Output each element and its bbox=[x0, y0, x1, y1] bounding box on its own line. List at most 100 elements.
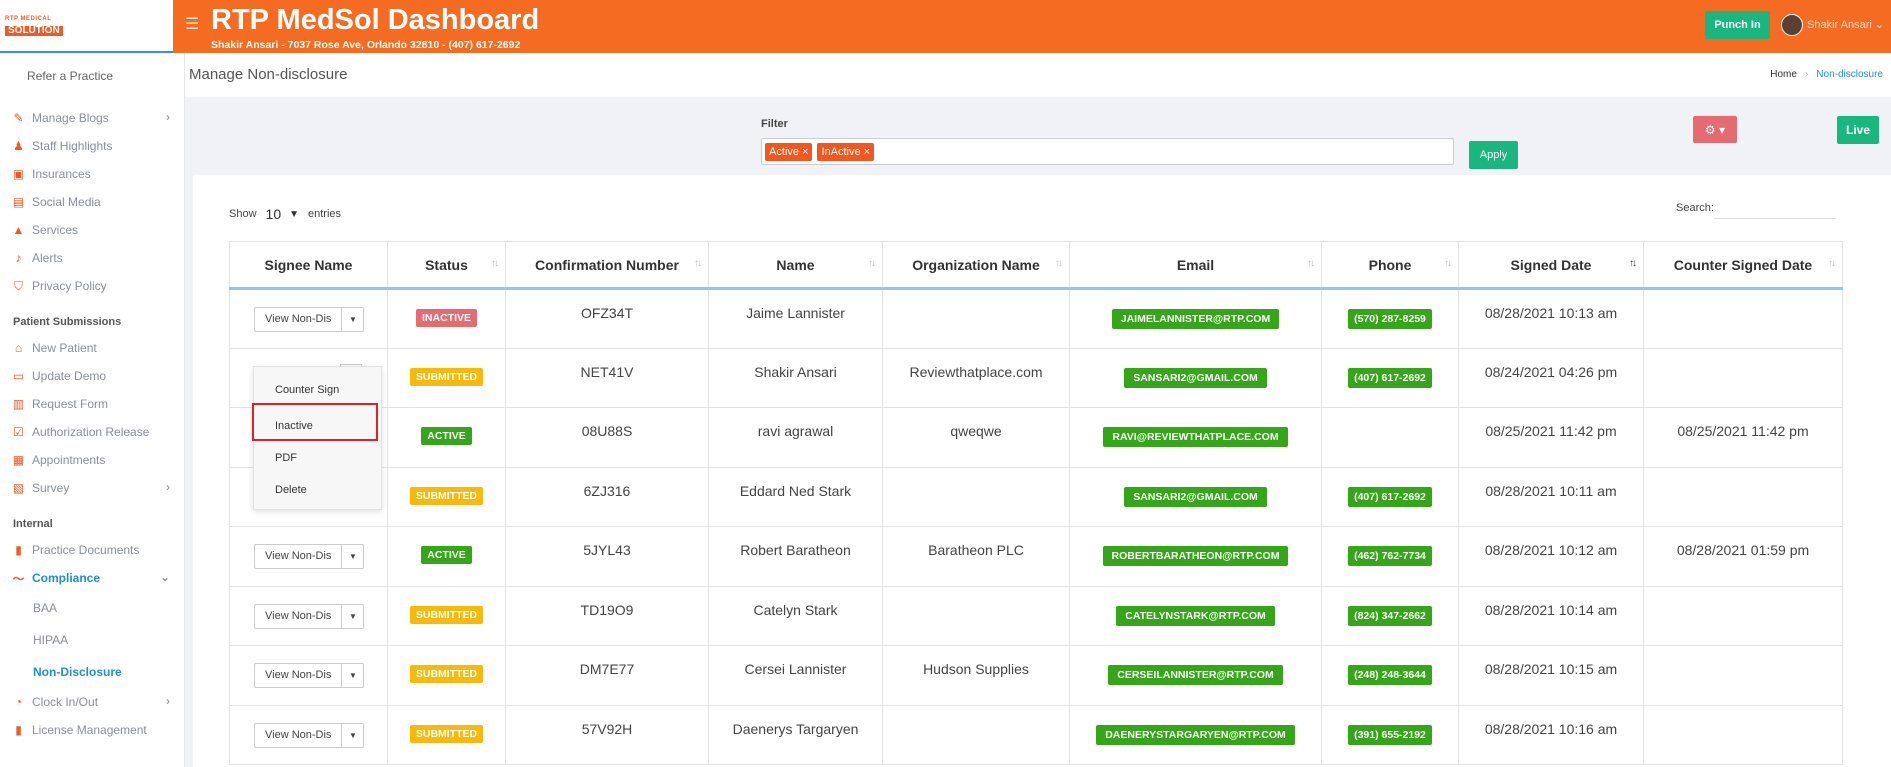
phone-badge[interactable]: (824) 347-2662 bbox=[1348, 605, 1432, 626]
sidebar-item-staff-highlights[interactable]: ♟ Staff Highlights bbox=[0, 132, 184, 160]
filter-chip-inactive[interactable]: InActive × bbox=[817, 143, 875, 161]
column-header[interactable]: Organization Name ↑↓ bbox=[882, 241, 1070, 290]
sidebar-item-services[interactable]: ▲ Services bbox=[0, 216, 184, 244]
sidebar-item-privacy-policy[interactable]: ⛉ Privacy Policy bbox=[0, 272, 184, 300]
sidebar-item-insurances[interactable]: ▣ Insurances bbox=[0, 160, 184, 188]
view-nda-button[interactable]: View Non-Dis bbox=[254, 544, 343, 569]
sidebar-item-license-management[interactable]: ▮ License Management bbox=[0, 716, 184, 744]
phone-badge[interactable]: (462) 762-7734 bbox=[1348, 546, 1432, 566]
status-badge: SUBMITTED bbox=[409, 486, 484, 505]
caret-down-icon[interactable]: ▼ bbox=[342, 663, 365, 688]
sidebar-item-label: Update Demo bbox=[32, 369, 107, 383]
menu-item-counter-sign[interactable]: Counter Sign bbox=[254, 367, 381, 404]
sidebar-subitem-hipaa[interactable]: HIPAA bbox=[0, 624, 184, 656]
sidebar-item-label: Staff Highlights bbox=[32, 139, 113, 153]
menu-item-delete[interactable]: Delete bbox=[254, 468, 381, 500]
column-header-label: Status bbox=[425, 256, 468, 273]
column-header[interactable]: Phone ↑↓ bbox=[1321, 241, 1459, 290]
filter-multiselect[interactable]: Active × InActive × bbox=[761, 138, 1454, 165]
table-row: SUBMITTED 6ZJ316 Eddard Ned Stark SANSARI2@… bbox=[229, 466, 1843, 527]
column-header[interactable]: Confirmation Number ↑↓ bbox=[505, 241, 709, 290]
entries-value: 10 bbox=[265, 206, 282, 222]
view-nda-button[interactable]: View Non-Dis bbox=[254, 722, 343, 748]
filter-chip-active[interactable]: Active × bbox=[765, 143, 813, 161]
sidebar-item-label: Alerts bbox=[32, 251, 63, 265]
sidebar-item-appointments[interactable]: ▦ Appointments bbox=[0, 446, 184, 474]
sidebar-item-new-patient[interactable]: ⌂ New Patient bbox=[0, 334, 184, 362]
sidebar-item-request-form[interactable]: ▥ Request Form bbox=[0, 390, 184, 418]
sidebar-item-alerts[interactable]: ♪ Alerts bbox=[0, 244, 184, 272]
view-nda-split-button: View Non-Dis ▼ bbox=[254, 722, 365, 748]
column-header[interactable]: Email ↑↓ bbox=[1069, 241, 1322, 290]
phone-badge[interactable]: (407) 617-2692 bbox=[1348, 486, 1432, 507]
sidebar-item-compliance[interactable]: 〜 Compliance ⌄ bbox=[0, 564, 184, 592]
email-badge[interactable]: SANSARI2@GMAIL.COM bbox=[1124, 486, 1267, 507]
highlight-box bbox=[252, 403, 378, 441]
sidebar-item-survey[interactable]: ▧ Survey › bbox=[0, 474, 184, 502]
email-badge[interactable]: CERSEILANNISTER@RTP.COM bbox=[1108, 665, 1283, 685]
email-badge[interactable]: SANSARI2@GMAIL.COM bbox=[1124, 367, 1267, 388]
phone-badge[interactable]: (391) 655-2192 bbox=[1348, 724, 1432, 745]
caret-down-icon[interactable]: ▼ bbox=[342, 722, 365, 748]
user-menu[interactable]: Shakir Ansari ⌄ bbox=[1807, 18, 1884, 31]
phone-badge[interactable]: (248) 248-3644 bbox=[1348, 665, 1432, 685]
column-header[interactable]: Signee Name bbox=[229, 241, 388, 290]
sidebar-item-clock-in-out[interactable]: ◔ Clock In/Out › bbox=[0, 688, 184, 716]
sidebar-item-authorization-release[interactable]: ☑ Authorization Release bbox=[0, 418, 184, 446]
email-cell: SANSARI2@GMAIL.COM bbox=[1069, 466, 1322, 527]
phone-badge[interactable]: (407) 617-2692 bbox=[1348, 367, 1432, 388]
column-header-label: Signed Date bbox=[1510, 256, 1592, 273]
caret-down-icon[interactable]: ▼ bbox=[342, 544, 365, 569]
status-cell: SUBMITTED bbox=[387, 347, 506, 408]
email-badge[interactable]: DAENERYSTARGARYEN@RTP.COM bbox=[1096, 724, 1295, 745]
logo-area: RTP MEDICAL SOLUTION bbox=[0, 0, 184, 53]
signed-date: 08/28/2021 10:15 am bbox=[1458, 645, 1644, 706]
view-nda-split-button: View Non-Dis ▼ bbox=[254, 603, 365, 629]
column-header[interactable]: Status ↑↓ bbox=[387, 241, 506, 290]
settings-dropdown-button[interactable]: ⚙ ▾ bbox=[1693, 116, 1737, 143]
breadcrumb: Home › Non-disclosure bbox=[1770, 69, 1883, 80]
organization-cell: Reviewthatplace.com bbox=[882, 347, 1070, 408]
column-header[interactable]: Name ↑↓ bbox=[708, 241, 883, 290]
refer-practice-link[interactable]: Refer a Practice bbox=[0, 53, 184, 104]
name-cell: ravi agrawal bbox=[708, 407, 883, 468]
punch-in-button[interactable]: Punch In bbox=[1705, 11, 1770, 39]
sidebar-item-practice-documents[interactable]: ▮ Practice Documents bbox=[0, 536, 184, 564]
apply-button[interactable]: Apply bbox=[1469, 141, 1518, 169]
live-button[interactable]: Live bbox=[1837, 116, 1879, 144]
id-card-icon: ▭ bbox=[12, 369, 25, 383]
email-badge[interactable]: JAIMELANNISTER@RTP.COM bbox=[1111, 309, 1280, 329]
insurance-icon: ▣ bbox=[12, 167, 25, 181]
view-nda-button[interactable]: View Non-Dis bbox=[254, 307, 343, 332]
view-nda-button[interactable]: View Non-Dis bbox=[254, 603, 343, 629]
name-cell: Eddard Ned Stark bbox=[708, 466, 883, 527]
caret-down-icon[interactable]: ▼ bbox=[342, 307, 365, 332]
email-badge[interactable]: RAVI@REVIEWTHATPLACE.COM bbox=[1103, 427, 1288, 447]
column-header-label: Phone bbox=[1368, 256, 1412, 273]
hamburger-menu-icon[interactable]: ☰ bbox=[185, 14, 199, 34]
status-cell: SUBMITTED bbox=[387, 585, 506, 646]
table-row: View Non-Dis ▼ SUBMITTED DM7E77 Cersei Lanni… bbox=[229, 645, 1843, 706]
sidebar-subitem-baa[interactable]: BAA bbox=[0, 592, 184, 624]
counter-signed-date bbox=[1643, 704, 1843, 765]
sidebar-item-update-demo[interactable]: ▭ Update Demo bbox=[0, 362, 184, 390]
name-cell: Shakir Ansari bbox=[708, 347, 883, 408]
email-badge[interactable]: ROBERTBARATHEON@RTP.COM bbox=[1102, 546, 1289, 566]
sidebar-item-manage-blogs[interactable]: ✎ Manage Blogs › bbox=[0, 104, 184, 132]
email-badge[interactable]: CATELYNSTARK@RTP.COM bbox=[1116, 605, 1275, 626]
logo[interactable]: RTP MEDICAL SOLUTION bbox=[5, 16, 63, 36]
column-header[interactable]: Counter Signed Date ↑↓ bbox=[1643, 241, 1843, 290]
entries-select[interactable]: 10 ▼ bbox=[262, 206, 303, 222]
avatar[interactable] bbox=[1781, 14, 1803, 36]
phone-badge[interactable]: (570) 287-8259 bbox=[1348, 309, 1432, 329]
entries-label: entries bbox=[308, 208, 342, 220]
breadcrumb-home[interactable]: Home bbox=[1770, 69, 1797, 80]
sidebar-item-social-media[interactable]: ▤ Social Media bbox=[0, 188, 184, 216]
caret-down-icon[interactable]: ▼ bbox=[342, 603, 365, 629]
sidebar-subitem-non-disclosure[interactable]: Non-Disclosure bbox=[0, 656, 184, 688]
view-nda-button[interactable]: View Non-Dis bbox=[254, 663, 343, 688]
top-bar: ☰ RTP MedSol Dashboard Shakir Ansari - 7… bbox=[173, 0, 1891, 53]
column-header[interactable]: Signed Date ↑↓ bbox=[1458, 241, 1644, 290]
search-input[interactable] bbox=[1714, 197, 1836, 219]
entries-control: Show 10 ▼ entries bbox=[229, 206, 341, 222]
